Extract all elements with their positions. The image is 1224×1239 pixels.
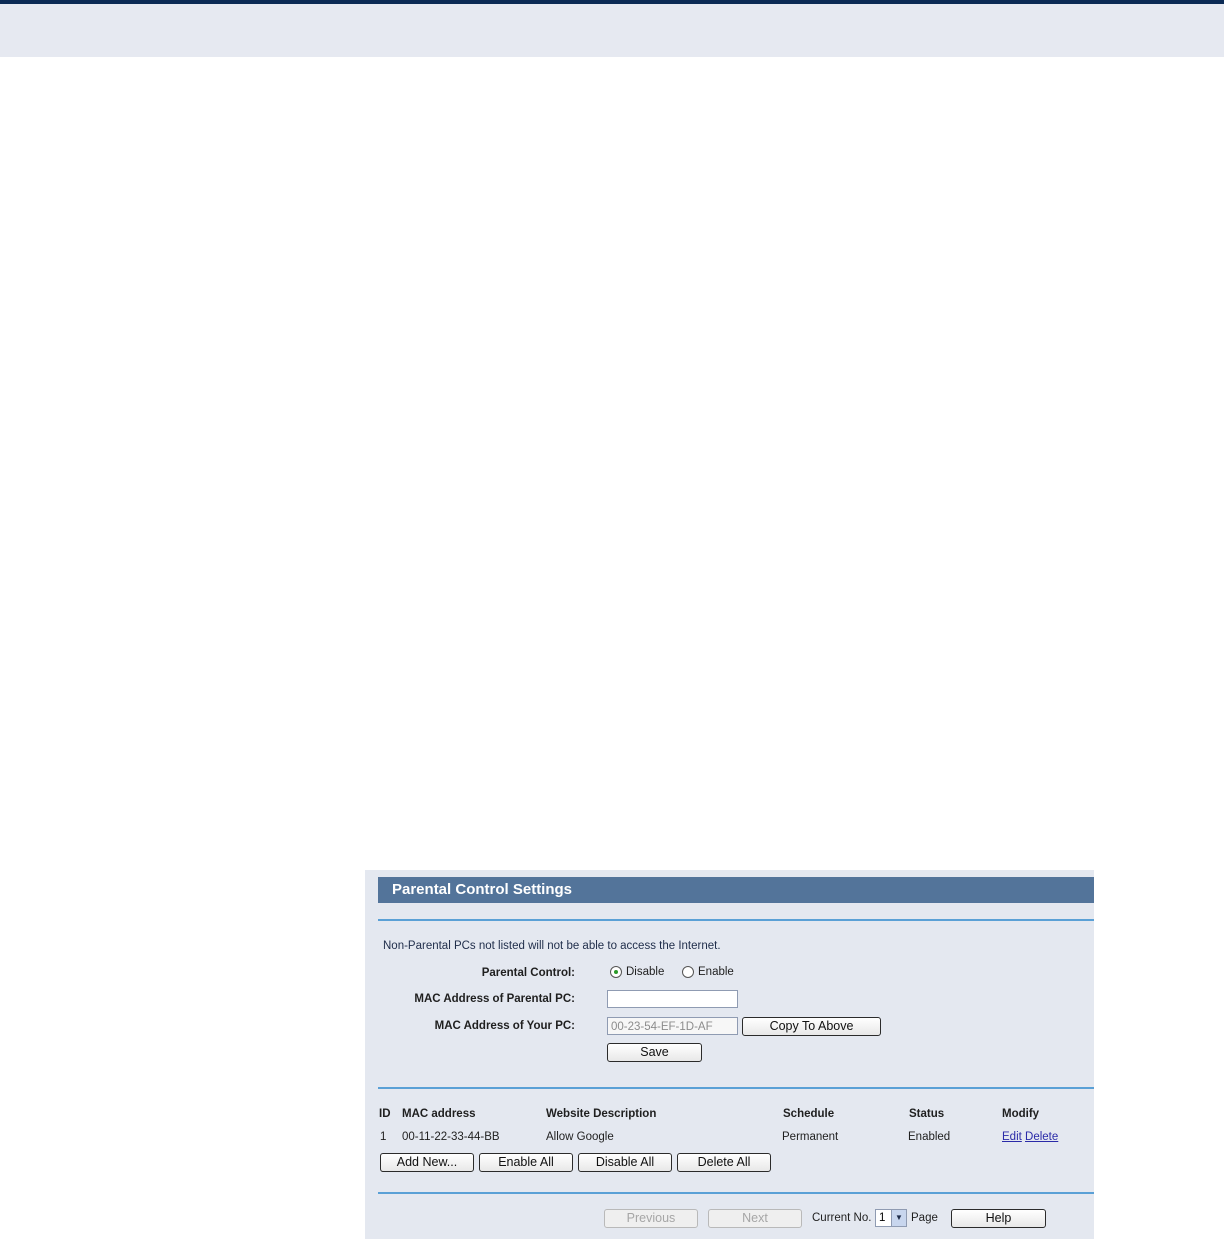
help-button[interactable]: Help [951, 1209, 1046, 1228]
header-band [0, 4, 1224, 57]
row-id: 1 [380, 1131, 387, 1143]
panel-title: Parental Control Settings [392, 881, 573, 898]
row-modify: Edit Delete [1002, 1131, 1058, 1143]
current-no-label: Current No. [812, 1212, 872, 1224]
copy-to-above-button[interactable]: Copy To Above [742, 1017, 881, 1036]
col-header-id: ID [379, 1108, 391, 1120]
row-mac: 00-11-22-33-44-BB [402, 1131, 500, 1143]
delete-link[interactable]: Delete [1025, 1131, 1058, 1143]
page-select-value: 1 [879, 1212, 886, 1224]
separator [378, 1087, 1094, 1089]
separator [378, 919, 1094, 921]
mac-your-label: MAC Address of Your PC: [434, 1020, 575, 1032]
radio-disable-option[interactable]: Disable [610, 966, 664, 978]
delete-all-button[interactable]: Delete All [677, 1153, 771, 1172]
mac-your-input[interactable]: 00-23-54-EF-1D-AF [607, 1017, 738, 1035]
save-button[interactable]: Save [607, 1043, 702, 1062]
col-header-schedule: Schedule [783, 1108, 835, 1120]
radio-enable[interactable] [682, 966, 694, 978]
add-new-button[interactable]: Add New... [380, 1153, 474, 1172]
page-select[interactable]: 1 ▼ [875, 1209, 907, 1227]
mac-parental-input[interactable] [607, 990, 738, 1008]
previous-button[interactable]: Previous [604, 1209, 698, 1228]
info-note: Non-Parental PCs not listed will not be … [383, 940, 721, 952]
col-header-mac: MAC address [402, 1108, 476, 1120]
col-header-status: Status [909, 1108, 945, 1120]
next-button[interactable]: Next [708, 1209, 802, 1228]
chevron-down-icon[interactable]: ▼ [891, 1210, 906, 1226]
separator [378, 1192, 1094, 1194]
edit-link[interactable]: Edit [1002, 1131, 1022, 1143]
radio-enable-label: Enable [698, 966, 734, 978]
parental-control-panel: Parental Control Settings Non-Parental P… [365, 870, 1094, 1239]
row-description: Allow Google [546, 1131, 614, 1143]
row-status: Enabled [908, 1131, 951, 1143]
radio-disable-label: Disable [626, 966, 665, 978]
panel-title-bar: Parental Control Settings [378, 877, 1094, 903]
disable-all-button[interactable]: Disable All [578, 1153, 672, 1172]
radio-enable-option[interactable]: Enable [682, 966, 734, 978]
col-header-modify: Modify [1002, 1108, 1040, 1120]
mac-parental-label: MAC Address of Parental PC: [414, 993, 575, 1005]
radio-disable[interactable] [610, 966, 622, 978]
row-schedule: Permanent [782, 1131, 839, 1143]
col-header-description: Website Description [546, 1108, 657, 1120]
page-label: Page [911, 1212, 938, 1224]
parental-control-label: Parental Control: [481, 967, 575, 979]
enable-all-button[interactable]: Enable All [479, 1153, 573, 1172]
